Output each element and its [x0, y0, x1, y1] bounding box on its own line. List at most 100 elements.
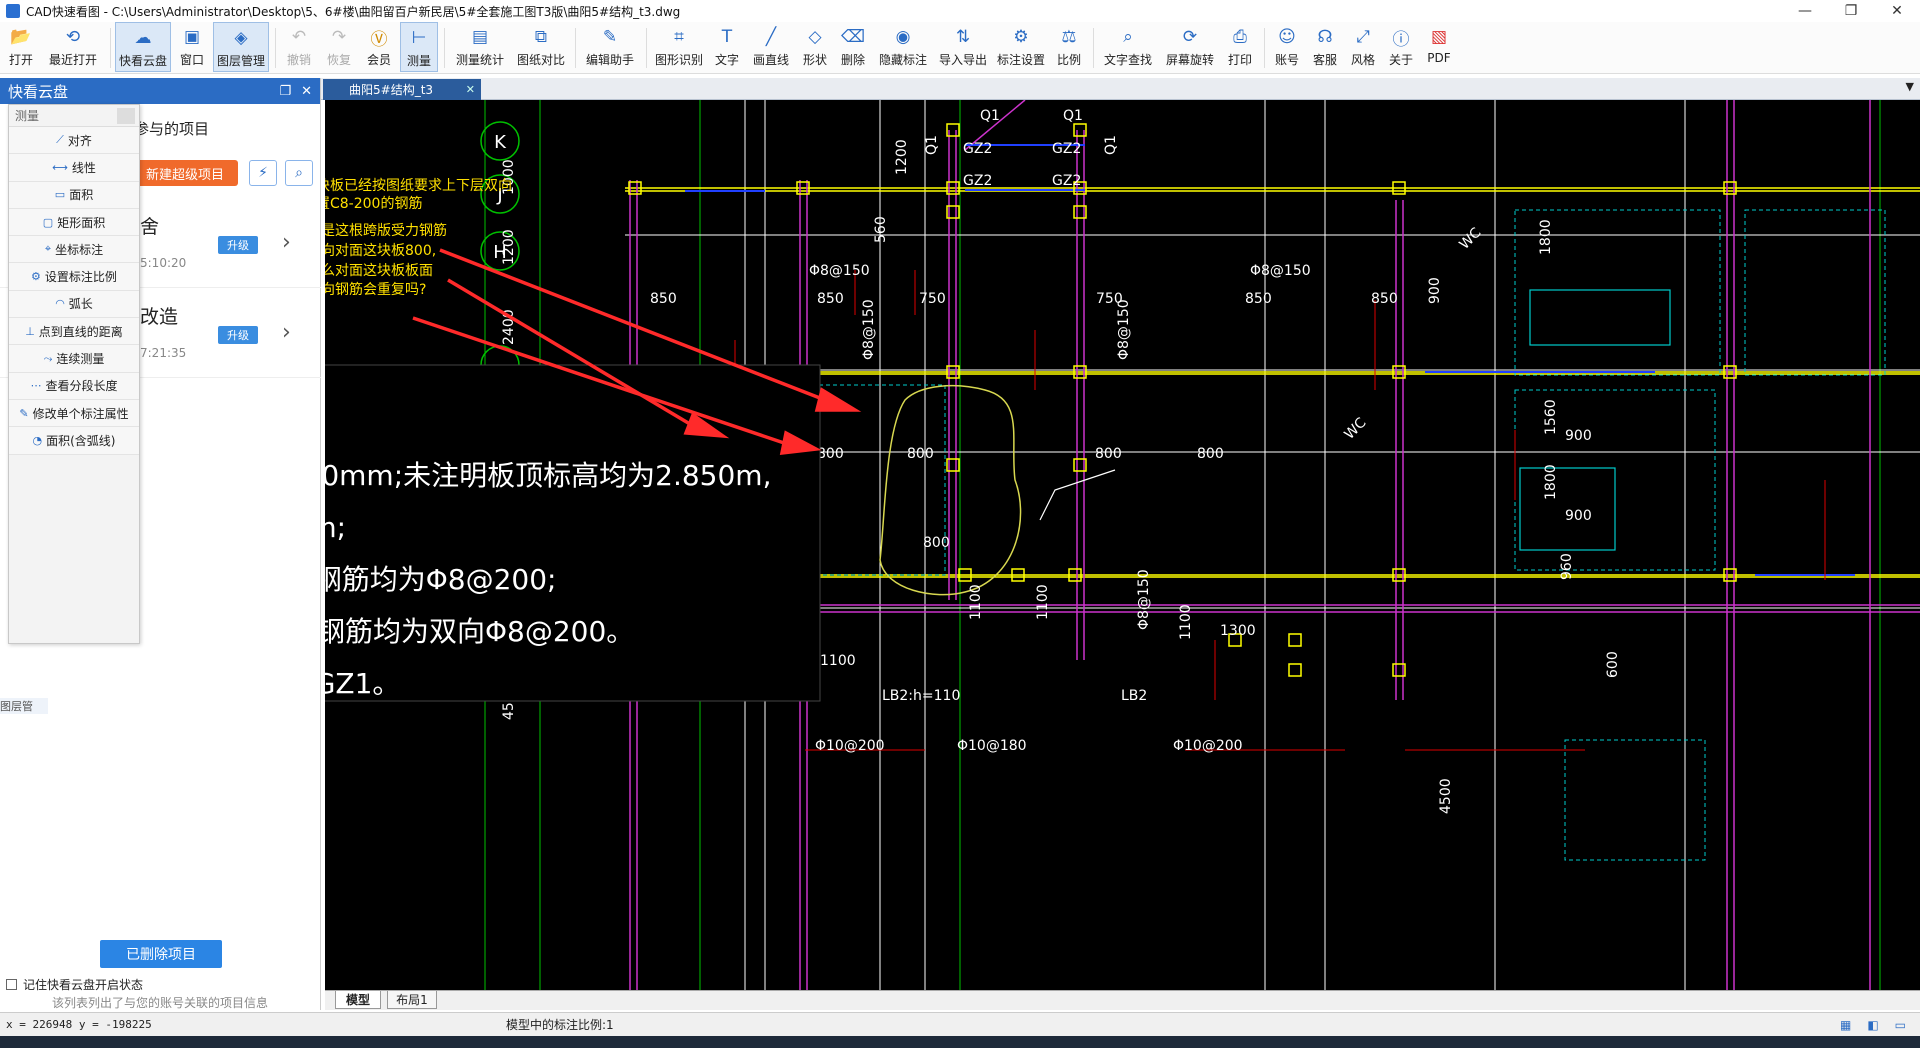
panel-hint: 该列表列出了与您的账号关联的项目信息: [52, 996, 269, 1010]
toolbar-rotate-button[interactable]: ⟳ 屏幕旋转: [1160, 22, 1220, 72]
dimension-text: 1100: [968, 584, 984, 620]
remember-state-checkbox[interactable]: 记住快看云盘开启状态: [6, 976, 143, 993]
menu-close-icon[interactable]: [117, 107, 135, 124]
slab-label: LB2: [1121, 688, 1147, 704]
toolbar-separator: [1264, 28, 1265, 68]
measure-menu-item[interactable]: ⊥ 点到直线的距离: [9, 318, 139, 346]
measure-menu-item[interactable]: ⟷ 线性: [9, 154, 139, 182]
layout-icon[interactable]: ▦: [1840, 1018, 1851, 1032]
close-icon[interactable]: ✕: [1874, 3, 1920, 19]
toolbar-user-button[interactable]: ☺ 账号: [1269, 22, 1305, 72]
toolbar-label: 打开: [8, 53, 33, 67]
chevron-right-icon[interactable]: ›: [282, 230, 291, 255]
checkbox-box[interactable]: [6, 979, 17, 990]
question-line: 布置C8-200的钢筋: [325, 195, 422, 212]
pin-icon[interactable]: ◧: [1867, 1018, 1878, 1032]
toolbar-label: 形状: [802, 53, 827, 67]
measure-menu-item[interactable]: ⤳ 连续测量: [9, 345, 139, 373]
note-line: 2.未注明板上部受力钢筋均为Φ8@200;: [325, 563, 556, 596]
measure-item-icon: ⚙: [31, 270, 41, 284]
toolbar-text-search-button[interactable]: ⌕ 文字查找: [1098, 22, 1158, 72]
measure-menu-item[interactable]: ⌖ 坐标标注: [9, 236, 139, 264]
upgrade-badge[interactable]: 升级: [218, 326, 258, 344]
measure-item-icon: ▭: [54, 188, 66, 202]
toolbar-scale-button[interactable]: ⚖ 比例: [1051, 22, 1087, 72]
measure-menu-item[interactable]: ◔ 面积(含弧线): [9, 427, 139, 455]
column-square: [1288, 633, 1302, 647]
column-label: Q1: [1103, 135, 1119, 155]
toolbar-label: 标注设置: [996, 53, 1045, 67]
toolbar-undo-button[interactable]: ↶ 撤销: [280, 22, 318, 72]
toolbar-label: 快看云盘: [118, 54, 167, 68]
toolbar-style-button[interactable]: ⤢ 风格: [1345, 22, 1381, 72]
fullscreen-icon[interactable]: ▭: [1895, 1018, 1906, 1032]
measure-menu-item[interactable]: ◠ 弧长: [9, 290, 139, 319]
toolbar-compare-button[interactable]: ⧉ 图纸对比: [513, 22, 569, 72]
toolbar-measure-stats-button[interactable]: ▤ 测量统计: [449, 22, 511, 72]
rebar-label: Φ8@150: [809, 263, 870, 279]
measure-item-icon: ⟷: [52, 160, 68, 174]
toolbar-import-export-button[interactable]: ⇅ 导入导出: [935, 22, 991, 72]
sync-button[interactable]: ⚡: [249, 160, 277, 186]
rebar-label: Φ10@200: [815, 738, 885, 754]
column-label: Q1: [980, 108, 1000, 124]
dimension-text: 850: [650, 291, 677, 307]
measure-item-label: 修改单个标注属性: [32, 406, 129, 421]
deleted-projects-button[interactable]: 已删除项目: [100, 940, 222, 968]
measure-menu-item[interactable]: ✎ 修改单个标注属性: [9, 399, 139, 428]
measure-menu-item[interactable]: ▢ 矩形面积: [9, 208, 139, 237]
chevron-right-icon[interactable]: ›: [282, 320, 291, 345]
toolbar-eye-button[interactable]: ◉ 隐藏标注: [873, 22, 933, 72]
question-line: 这块板已经按图纸要求上下层双向: [325, 177, 512, 194]
toolbar-print-button[interactable]: ⎙ 打印: [1222, 22, 1258, 72]
dimension-text: 560: [873, 216, 889, 243]
measure-menu-item[interactable]: ⚙ 设置标注比例: [9, 263, 139, 291]
drawing-canvas[interactable]: K J H 8508507507508508505505508008008008…: [325, 100, 1920, 990]
title-bar: CAD快速看图 - C:\Users\Administrator\Desktop…: [0, 0, 1920, 22]
toolbar-label: 测量统计: [455, 53, 504, 67]
toolbar-annotation-settings-button[interactable]: ⚙ 标注设置: [993, 22, 1049, 72]
cloud-panel-title: 快看云盘: [8, 82, 69, 101]
toolbar-window-button[interactable]: ▣ 窗口: [173, 22, 211, 72]
restore-panel-icon[interactable]: ❐: [279, 84, 291, 99]
search-button[interactable]: ⌕: [285, 160, 313, 186]
toolbar-shape-recognize-button[interactable]: ⌗ 图形识别: [651, 22, 707, 72]
measure-menu-header: 测量: [9, 105, 139, 127]
toolbar-delete-button[interactable]: ⌫ 删除: [835, 22, 871, 72]
toolbar-label: 图形识别: [654, 53, 703, 67]
close-panel-icon[interactable]: ✕: [301, 84, 312, 99]
toolbar-text-button[interactable]: T 文字: [709, 22, 745, 72]
document-tab[interactable]: 曲阳5#结构_t3 ✕: [323, 79, 481, 100]
toolbar-layers-button[interactable]: ◈ 图层管理: [213, 22, 269, 72]
question-line: 但是这根跨版受力钢筋: [325, 222, 447, 239]
toolbar-shape-button[interactable]: ◇ 形状: [797, 22, 833, 72]
toolbar-cloud-button[interactable]: ☁ 快看云盘: [115, 22, 171, 72]
layer-manager-tab[interactable]: 图层管: [0, 698, 48, 714]
toolbar-folder-button[interactable]: 📂 打开: [2, 22, 40, 72]
toolbar-line-button[interactable]: ╱ 画直线: [747, 22, 795, 72]
toolbar-measure-button[interactable]: ⊢ 测量: [400, 22, 438, 72]
new-super-project-button[interactable]: 新建超级项目: [132, 160, 238, 186]
measure-menu-item[interactable]: ⟋ 对齐: [9, 127, 139, 155]
tabs-dropdown-icon[interactable]: ▼: [1906, 80, 1914, 93]
measure-menu: 测量 ⟋ 对齐 ⟷ 线性 ▭ 面积 ▢ 矩形面积 ⌖ 坐标标注 ⚙ 设置标注比例 ◠ 弧长 ⊥ 点到直线的距离…: [8, 104, 140, 644]
upgrade-badge[interactable]: 升级: [218, 236, 258, 254]
toolbar-clock-button[interactable]: ⟲ 最近打开: [42, 22, 104, 72]
toolbar-info-button[interactable]: ⓘ 关于: [1383, 22, 1419, 72]
toolbar-redo-button[interactable]: ↷ 恢复: [320, 22, 358, 72]
toolbar-label: 账号: [1274, 53, 1299, 67]
toolbar-separator: [275, 28, 276, 68]
tab-close-icon[interactable]: ✕: [466, 83, 475, 96]
tab-layout1[interactable]: 布局1: [387, 991, 437, 1009]
cad-drawing[interactable]: K J H 8508507507508508505505508008008008…: [325, 100, 1920, 990]
toolbar-headset-button[interactable]: ☊ 客服: [1307, 22, 1343, 72]
measure-menu-item[interactable]: ▭ 面积: [9, 181, 139, 209]
maximize-icon[interactable]: ❐: [1828, 3, 1874, 19]
toolbar-edit-assistant-button[interactable]: ✎ 编辑助手: [580, 22, 640, 72]
toolbar-pdf-button[interactable]: ▧ PDF: [1421, 22, 1457, 72]
measure-menu-item[interactable]: ⋯ 查看分段长度: [9, 372, 139, 400]
minimize-icon[interactable]: —: [1782, 3, 1828, 19]
project-date: 5:10:20: [140, 256, 187, 270]
tab-model[interactable]: 模型: [335, 991, 381, 1009]
toolbar-vip-button[interactable]: Ⓥ 会员: [360, 22, 398, 72]
